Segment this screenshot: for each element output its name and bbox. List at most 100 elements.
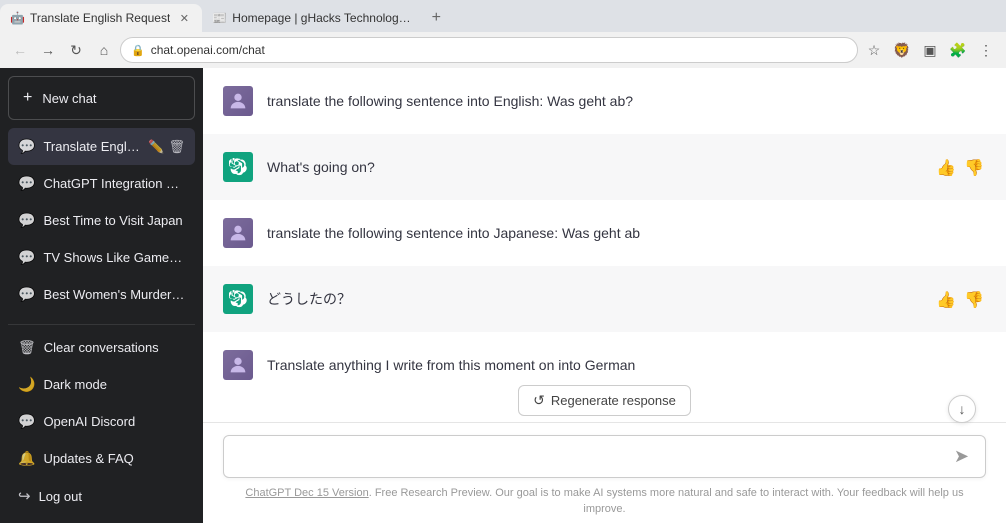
thumbs-down-button-4[interactable]: 👎 — [962, 288, 986, 312]
edit-icon[interactable]: ✏️ — [148, 139, 164, 155]
chat-messages: translate the following sentence into En… — [203, 68, 1006, 385]
thumbs-up-button-2[interactable]: 👍 — [934, 156, 958, 180]
app: + New chat 💬 Translate English Reque ✏️ … — [0, 68, 1006, 523]
chat-bottom-area: ↺ Regenerate response ➤ ↓ ChatGPT Dec 15… — [203, 385, 1006, 523]
message-row-5: Translate anything I write from this mom… — [203, 332, 1006, 385]
sidebar-item-label-logout: Log out — [39, 489, 185, 504]
sidebar-divider — [8, 324, 195, 325]
new-chat-button[interactable]: + New chat — [8, 76, 195, 120]
sidebar-item-best-time-japan[interactable]: 💬 Best Time to Visit Japan — [8, 202, 195, 239]
regenerate-label: Regenerate response — [551, 393, 676, 408]
sidebar-item-womens-murder[interactable]: 💬 Best Women's Murder Club — [8, 276, 195, 313]
message-row-3: translate the following sentence into Ja… — [203, 200, 1006, 266]
message-text-5: Translate anything I write from this mom… — [267, 350, 986, 376]
browser-chrome: 🤖 Translate English Request ✕ 📰 Homepage… — [0, 0, 1006, 68]
sidebar-item-chatgpt-integration[interactable]: 💬 ChatGPT Integration Benefits — [8, 165, 195, 202]
new-chat-label: New chat — [42, 91, 96, 106]
message-text-4: どうしたの？ — [267, 284, 920, 310]
menu-button[interactable]: ⋮ — [974, 38, 998, 62]
chat-input-area: ➤ — [203, 422, 1006, 482]
chat-icon-0: 💬 — [18, 138, 35, 155]
sidebar-item-windows-diff[interactable]: 💬 Differences between Windows — [8, 313, 195, 320]
delete-icon[interactable]: 🗑 — [168, 139, 185, 155]
logout-icon: ↪ — [18, 487, 31, 505]
moon-icon: 🌙 — [18, 376, 35, 393]
user-avatar-3 — [223, 218, 253, 248]
sidebar-item-label-clear: Clear conversations — [44, 340, 185, 355]
tab-active[interactable]: 🤖 Translate English Request ✕ — [0, 4, 202, 32]
clear-icon: 🗑 — [18, 339, 36, 356]
browser-toolbar: ← → ↻ ⌂ 🔒 chat.openai.com/chat ☆ 🦁 ▣ 🧩 ⋮ — [0, 32, 1006, 68]
sidebar-item-label-0: Translate English Reque — [43, 139, 140, 154]
back-button[interactable]: ← — [8, 38, 32, 62]
footer-link[interactable]: ChatGPT Dec 15 Version — [245, 487, 368, 499]
send-button[interactable]: ➤ — [950, 444, 973, 469]
chat-icon-2: 💬 — [18, 212, 35, 229]
message-row-4: どうしたの？ 👍 👎 — [203, 266, 1006, 332]
chat-area: translate the following sentence into En… — [203, 68, 1006, 523]
tab-title-1: Translate English Request — [30, 11, 170, 25]
sidebar-bottom: 🗑 Clear conversations 🌙 Dark mode 💬 Open… — [0, 329, 203, 523]
chat-icon-4: 💬 — [18, 286, 35, 303]
ai-avatar-2 — [223, 152, 253, 182]
tab-bar: 🤖 Translate English Request ✕ 📰 Homepage… — [0, 0, 1006, 32]
regenerate-row: ↺ Regenerate response — [203, 385, 1006, 416]
thumbs-down-button-2[interactable]: 👎 — [962, 156, 986, 180]
forward-button[interactable]: → — [36, 38, 60, 62]
message-row-1: translate the following sentence into En… — [203, 68, 1006, 134]
user-avatar-1 — [223, 86, 253, 116]
ai-avatar-4 — [223, 284, 253, 314]
message-text-1: translate the following sentence into En… — [267, 86, 986, 112]
reload-button[interactable]: ↻ — [64, 38, 88, 62]
regenerate-icon: ↺ — [533, 392, 545, 409]
sidebar-toggle-button[interactable]: ▣ — [918, 38, 942, 62]
bell-icon: 🔔 — [18, 450, 35, 467]
message-actions-2: 👍 👎 — [934, 152, 986, 180]
tab-favicon-2: 📰 — [212, 11, 226, 25]
message-text-3: translate the following sentence into Ja… — [267, 218, 986, 244]
sidebar-item-label-2: Best Time to Visit Japan — [43, 213, 185, 228]
footer-description: . Free Research Preview. Our goal is to … — [369, 487, 964, 514]
tab-title-2: Homepage | gHacks Technology News — [232, 11, 412, 25]
discord-icon: 💬 — [18, 413, 35, 430]
toolbar-actions: ☆ 🦁 ▣ 🧩 ⋮ — [862, 38, 998, 62]
chat-icon-1: 💬 — [18, 175, 35, 192]
tab-inactive[interactable]: 📰 Homepage | gHacks Technology News — [202, 4, 422, 32]
home-button[interactable]: ⌂ — [92, 38, 116, 62]
regenerate-button[interactable]: ↺ Regenerate response — [518, 385, 691, 416]
message-row-2: What's going on? 👍 👎 — [203, 134, 1006, 200]
lock-icon: 🔒 — [131, 44, 145, 57]
sidebar-item-discord[interactable]: 💬 OpenAI Discord — [8, 403, 195, 440]
sidebar-item-translate-english[interactable]: 💬 Translate English Reque ✏️ 🗑 — [8, 128, 195, 165]
sidebar-item-updates[interactable]: 🔔 Updates & FAQ — [8, 440, 195, 477]
sidebar-item-label-discord: OpenAI Discord — [43, 414, 185, 429]
sidebar-item-label-updates: Updates & FAQ — [43, 451, 185, 466]
chat-input-wrapper[interactable]: ➤ — [223, 435, 986, 478]
message-actions-4: 👍 👎 — [934, 284, 986, 312]
sidebar-conversation-list: 💬 Translate English Reque ✏️ 🗑 💬 ChatGPT… — [0, 128, 203, 320]
user-avatar-5 — [223, 350, 253, 380]
sidebar: + New chat 💬 Translate English Reque ✏️ … — [0, 68, 203, 523]
brave-shield-button[interactable]: 🦁 — [890, 38, 914, 62]
sidebar-item-clear-conversations[interactable]: 🗑 Clear conversations — [8, 329, 195, 366]
tab-close-1[interactable]: ✕ — [176, 10, 192, 26]
footer-text: ChatGPT Dec 15 Version. Free Research Pr… — [203, 482, 1006, 523]
extensions-button[interactable]: 🧩 — [946, 38, 970, 62]
chat-icon-3: 💬 — [18, 249, 35, 266]
scroll-bottom-button[interactable]: ↓ — [948, 395, 976, 423]
sidebar-item-label-1: ChatGPT Integration Benefits — [43, 176, 185, 191]
sidebar-item-label-4: Best Women's Murder Club — [43, 287, 185, 302]
address-text: chat.openai.com/chat — [151, 43, 265, 57]
sidebar-item-logout[interactable]: ↪ Log out — [8, 477, 195, 515]
sidebar-item-actions-0: ✏️ 🗑 — [148, 139, 185, 155]
tab-favicon-1: 🤖 — [10, 11, 24, 25]
thumbs-up-button-4[interactable]: 👍 — [934, 288, 958, 312]
sidebar-item-dark-mode[interactable]: 🌙 Dark mode — [8, 366, 195, 403]
sidebar-item-tv-shows[interactable]: 💬 TV Shows Like Game Of Thron — [8, 239, 195, 276]
sidebar-item-label-dark: Dark mode — [43, 377, 185, 392]
chat-input[interactable] — [236, 445, 950, 469]
new-tab-button[interactable]: + — [422, 4, 450, 32]
address-bar[interactable]: 🔒 chat.openai.com/chat — [120, 37, 858, 63]
sidebar-item-label-3: TV Shows Like Game Of Thron — [43, 250, 185, 265]
bookmark-button[interactable]: ☆ — [862, 38, 886, 62]
